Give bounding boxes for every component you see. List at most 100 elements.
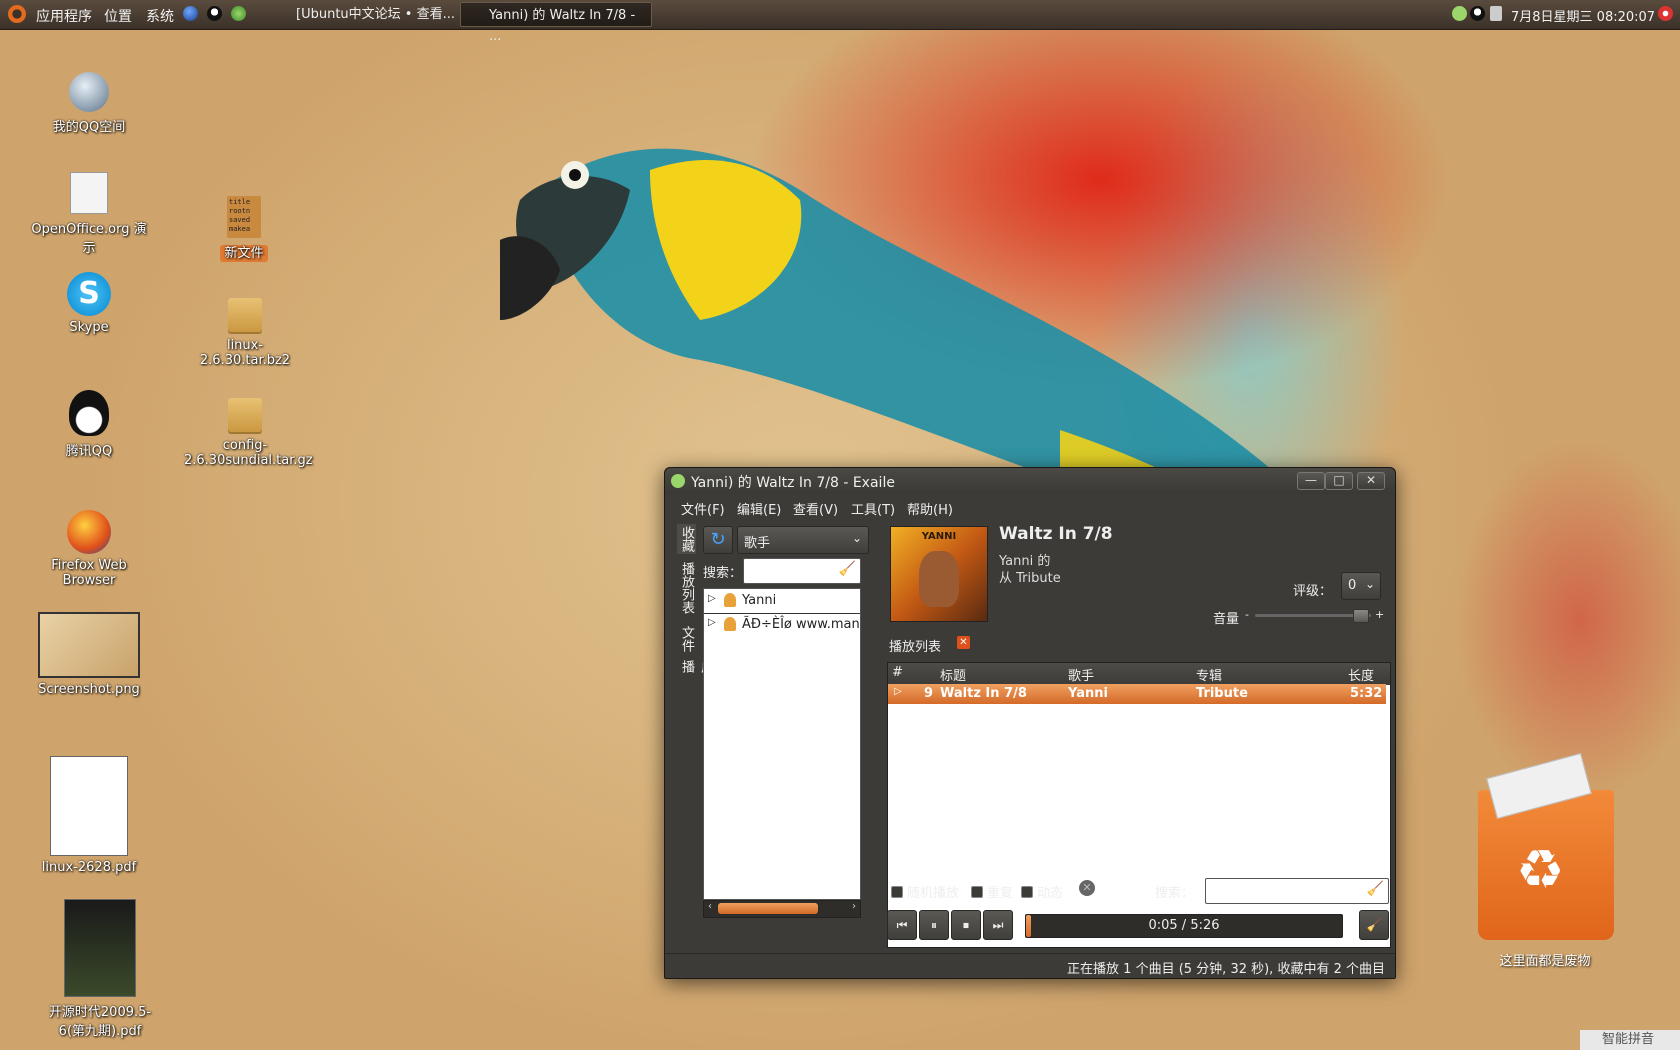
ime-status[interactable]: 智能拼音 xyxy=(1580,1030,1680,1050)
maximize-button[interactable]: □ xyxy=(1325,472,1353,490)
scrollbar-thumb[interactable] xyxy=(718,903,818,914)
scroll-left-icon[interactable]: ‹ xyxy=(708,901,712,912)
next-icon: ⏭ xyxy=(992,918,1004,932)
qq-launcher-icon[interactable] xyxy=(207,6,222,21)
firefox-icon xyxy=(67,510,111,554)
desktop-icon-config-tarball[interactable]: config-2.6.30sundial.tar.gz xyxy=(184,398,313,468)
repeat-checkbox[interactable] xyxy=(971,886,983,898)
next-button[interactable]: ⏭ xyxy=(983,910,1013,940)
pdf-thumbnail xyxy=(50,756,128,856)
desktop-icon-screenshot[interactable]: Screenshot.png xyxy=(29,612,149,697)
progress-bar[interactable]: 0:05 / 5:26 xyxy=(1025,914,1343,938)
clear-queue-button[interactable]: 🧹 xyxy=(1359,910,1389,940)
menu-help[interactable]: 帮助(H) xyxy=(907,499,953,518)
previous-icon: ⏮ xyxy=(896,918,908,932)
clear-broom-icon[interactable]: 🧹 xyxy=(839,561,856,577)
refresh-button[interactable]: ↻ xyxy=(703,526,733,554)
desktop-icon-linux-pdf[interactable]: linux-2628.pdf xyxy=(29,756,149,875)
volume-slider[interactable] xyxy=(1255,609,1371,623)
pause-button[interactable]: ⏸ xyxy=(919,910,949,940)
menu-system[interactable]: 系统 xyxy=(146,6,174,26)
menu-places[interactable]: 位置 xyxy=(104,6,132,26)
column-number[interactable]: # xyxy=(892,665,903,680)
qq-tray-icon[interactable] xyxy=(1470,6,1485,21)
playlist-table xyxy=(887,662,1391,948)
artist-name: ÃÐ÷ÈÎø www.manchan xyxy=(742,617,860,632)
tab-collection[interactable]: 收藏 xyxy=(677,524,696,554)
previous-button[interactable]: ⏮ xyxy=(887,910,917,940)
view-select[interactable]: 歌手 ⌄ xyxy=(737,526,869,554)
expander-icon[interactable]: ▷ xyxy=(708,593,716,604)
artist-icon xyxy=(724,617,736,631)
column-length[interactable]: 长度 xyxy=(1348,665,1374,684)
icon-label: OpenOffice.org 演示 xyxy=(31,222,147,256)
menu-applications[interactable]: 应用程序 xyxy=(36,6,92,26)
list-item[interactable]: ▷ ÃÐ÷ÈÎø www.manchan xyxy=(704,613,860,637)
minimize-button[interactable]: — xyxy=(1297,472,1325,490)
volume-knob[interactable] xyxy=(1353,609,1370,623)
menu-tools[interactable]: 工具(T) xyxy=(851,499,895,518)
clock[interactable]: 7月8日星期三 08:20:07 xyxy=(1511,6,1655,25)
desktop-icon-skype[interactable]: S Skype xyxy=(29,272,149,335)
column-artist[interactable]: 歌手 xyxy=(1068,665,1094,684)
table-row[interactable]: ▷ 9 Waltz In 7/8 Yanni Tribute 5:32 xyxy=(888,684,1386,704)
close-tab-icon[interactable]: ✕ xyxy=(957,636,970,649)
list-item[interactable]: ▷ Yanni xyxy=(704,589,860,614)
stop-button[interactable]: ⏹ xyxy=(951,910,981,940)
playlist-search-input[interactable]: 🧹 xyxy=(1205,878,1389,904)
desktop-icon-firefox[interactable]: Firefox Web Browser xyxy=(29,510,149,588)
playlist-tab-label: 播放列表 xyxy=(889,640,942,655)
browser-launcher-icon[interactable] xyxy=(183,6,198,21)
library-search-input[interactable]: 🧹 xyxy=(743,558,861,584)
desktop-icon-new-file[interactable]: title rootn saved makea 新文件 xyxy=(184,196,304,262)
column-title[interactable]: 标题 xyxy=(940,665,966,684)
window-titlebar[interactable]: Yanni) 的 Waltz In 7/8 - Exaile — □ ✕ xyxy=(665,468,1395,494)
taskbar-item-forum[interactable]: [Ubuntu中文论坛 • 查看... xyxy=(268,2,458,27)
exaile-tray-icon[interactable] xyxy=(1452,6,1467,21)
ubuntu-logo-icon[interactable] xyxy=(8,5,26,23)
tab-files[interactable]: 文件 xyxy=(677,626,696,652)
desktop-icon-qzone[interactable]: 我的QQ空间 xyxy=(29,72,149,135)
dynamic-label: 动态 xyxy=(1037,886,1064,901)
desktop-icon-linux-tarball[interactable]: linux-2.6.30.tar.bz2 xyxy=(184,298,306,368)
qq-penguin-icon xyxy=(69,390,109,436)
cell-title: Waltz In 7/8 xyxy=(940,686,1027,701)
icon-label: 新文件 xyxy=(220,245,268,262)
library-panel: ↻ 歌手 ⌄ 搜索： 🧹 ▷ Yanni ▷ ÃÐ÷ÈÎø www.mancha… xyxy=(703,524,871,944)
expander-icon[interactable]: ▷ xyxy=(708,617,716,628)
desktop-trash[interactable]: ♻ 这里面都是废物 xyxy=(1470,753,1620,975)
taskbar-item-exaile[interactable]: Yanni) 的 Waltz In 7/8 - ··· xyxy=(460,2,652,48)
cover-portrait xyxy=(919,551,959,607)
statusbar: 正在播放 1 个曲目 (5 分钟, 32 秒), 收藏中有 2 个曲目 xyxy=(665,953,1395,978)
text-file-icon: title rootn saved makea xyxy=(227,196,261,238)
status-text: 正在播放 1 个曲目 (5 分钟, 32 秒), 收藏中有 2 个曲目 xyxy=(1067,962,1385,977)
artist-icon xyxy=(724,593,736,607)
globe-icon xyxy=(69,72,109,112)
library-tree: ▷ Yanni ▷ ÃÐ÷ÈÎø www.manchan xyxy=(703,588,861,900)
magazine-thumbnail xyxy=(64,899,136,997)
desktop-icon-qq[interactable]: 腾讯QQ xyxy=(29,390,149,459)
clear-broom-icon[interactable]: 🧹 xyxy=(1367,881,1384,897)
menu-view[interactable]: 查看(V) xyxy=(793,499,838,518)
shuffle-checkbox[interactable] xyxy=(891,886,903,898)
rating-select[interactable]: 0 ⌄ xyxy=(1341,572,1381,600)
menu-file[interactable]: 文件(F) xyxy=(681,499,725,518)
archive-icon xyxy=(228,298,262,334)
column-album[interactable]: 专辑 xyxy=(1196,665,1222,684)
volume-tray-icon[interactable] xyxy=(1490,6,1502,21)
close-button[interactable]: ✕ xyxy=(1357,472,1385,490)
menu-edit[interactable]: 编辑(E) xyxy=(737,499,781,518)
power-icon[interactable] xyxy=(1658,6,1673,21)
horizontal-scrollbar[interactable]: ‹ › xyxy=(703,900,861,918)
chevron-down-icon: ⌄ xyxy=(851,531,862,545)
tab-playlists[interactable]: 播放列表 xyxy=(677,562,696,614)
media-launcher-icon[interactable] xyxy=(231,6,246,21)
scroll-right-icon[interactable]: › xyxy=(852,901,856,912)
clear-playlist-icon[interactable]: ✕ xyxy=(1079,880,1095,896)
desktop-icon-magazine-pdf[interactable]: 开源时代2009.5-6(第九期).pdf xyxy=(40,899,160,1039)
desktop-icon-openoffice[interactable]: OpenOffice.org 演示 xyxy=(29,172,149,256)
cell-number: 9 xyxy=(924,686,934,701)
icon-label: config-2.6.30sundial.tar.gz xyxy=(184,438,313,468)
dynamic-checkbox[interactable] xyxy=(1021,886,1033,898)
rating-value: 0 xyxy=(1348,578,1357,593)
